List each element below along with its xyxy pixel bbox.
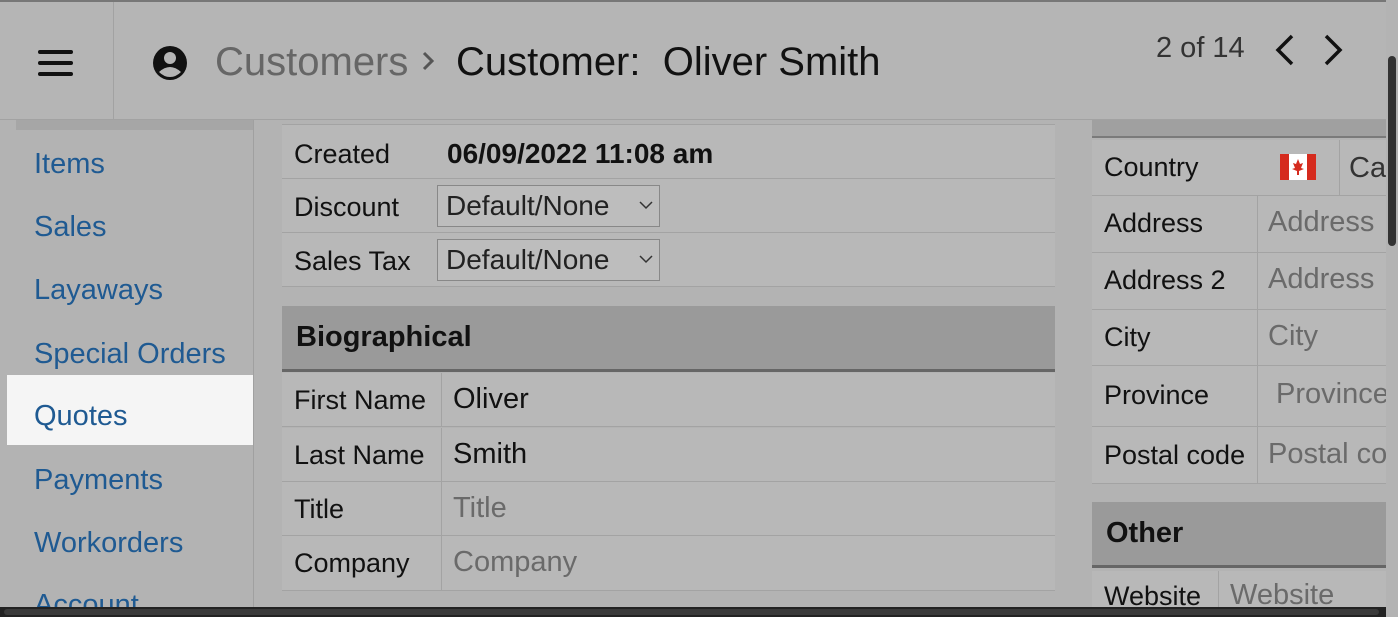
record-pager-count: 2 of 14 [1156,32,1245,64]
address-2-row: Address 2 [1092,253,1386,310]
sidebar-item-quotes[interactable]: Quotes [7,375,253,445]
province-label: Province [1104,380,1210,410]
horizontal-scrollbar-thumb[interactable] [4,609,1379,615]
city-label: City [1104,322,1151,352]
chevron-down-icon [639,255,653,264]
sidebar-item-workorders[interactable]: Workorders [7,508,253,578]
breadcrumb-customers-link[interactable]: Customers [215,40,408,85]
sales-tax-row: Sales Tax Default/None [282,233,1055,287]
discount-select-value: Default/None [446,190,610,221]
last-name-label: Last Name [294,440,425,470]
last-name-input[interactable] [453,438,1043,471]
created-value: 06/09/2022 11:08 am [447,138,714,169]
title-input[interactable] [453,492,1043,525]
vertical-scrollbar[interactable] [1386,0,1398,617]
postal-code-input[interactable] [1268,438,1386,471]
sales-tax-select-value: Default/None [446,244,610,275]
page-title: Customer: Oliver Smith [456,40,881,84]
address-row: Address [1092,196,1386,253]
title-label: Title [294,494,345,524]
discount-label: Discount [294,192,400,222]
website-input[interactable] [1230,579,1380,607]
address-2-input[interactable] [1268,263,1386,296]
first-name-row: First Name [282,373,1055,427]
chevron-right-icon [422,51,435,71]
biographical-section-header: Biographical [282,306,1055,372]
postal-code-label: Postal code [1104,440,1246,470]
sales-tax-select[interactable]: Default/None [437,239,660,281]
hamburger-menu-icon[interactable] [38,50,73,76]
address-2-label: Address 2 [1104,265,1226,295]
country-value[interactable]: Ca [1349,152,1386,185]
address-input[interactable] [1268,206,1386,239]
user-circle-icon [153,46,187,80]
province-row: Province [1092,366,1386,427]
address-label: Address [1104,208,1204,238]
chevron-down-icon [639,201,653,210]
discount-select[interactable]: Default/None [437,185,660,227]
chevron-left-icon[interactable] [1268,30,1304,70]
company-label: Company [294,548,410,578]
address-section-header [1092,120,1386,138]
sidebar-item-account[interactable]: Account [7,570,253,607]
website-label: Website [1104,581,1202,607]
created-label: Created [294,139,391,169]
address-panel: Country Ca Address Address 2 City Provin… [1092,120,1386,607]
discount-row: Discount Default/None [282,179,1055,233]
vertical-scrollbar-thumb[interactable] [1388,56,1396,246]
sidebar-item-payments[interactable]: Payments [7,445,253,515]
biographical-heading: Biographical [296,321,472,353]
company-row: Company [282,536,1055,591]
city-input[interactable] [1268,320,1386,353]
city-row: City [1092,310,1386,366]
other-section-header: Other [1092,502,1386,568]
chevron-right-icon[interactable] [1314,30,1350,70]
province-input[interactable] [1276,378,1386,411]
last-name-row: Last Name [282,428,1055,482]
created-row: Created 06/09/2022 11:08 am [282,124,1055,179]
sidebar-item-items[interactable]: Items [7,129,253,199]
sidebar-item-sales[interactable]: Sales [7,192,253,262]
customer-main-panel: Created 06/09/2022 11:08 am Discount Def… [282,120,1055,607]
sales-tax-label: Sales Tax [294,246,411,276]
sidebar-item-layaways[interactable]: Layaways [7,255,253,325]
sidebar-nav: Items Sales Layaways Special Orders Quot… [0,120,254,607]
postal-code-row: Postal code [1092,427,1386,484]
company-input[interactable] [453,546,1043,579]
country-flag-button[interactable] [1258,140,1340,196]
website-row: Website [1092,571,1386,607]
country-row: Country Ca [1092,140,1386,196]
first-name-label: First Name [294,385,427,415]
canada-flag-icon [1280,154,1316,180]
country-label: Country [1104,152,1199,182]
menu-button[interactable] [0,2,114,120]
other-heading: Other [1106,517,1184,549]
title-row: Title [282,482,1055,536]
first-name-input[interactable] [453,383,1043,416]
top-header: Customers Customer: Oliver Smith 2 of 14 [0,0,1386,120]
